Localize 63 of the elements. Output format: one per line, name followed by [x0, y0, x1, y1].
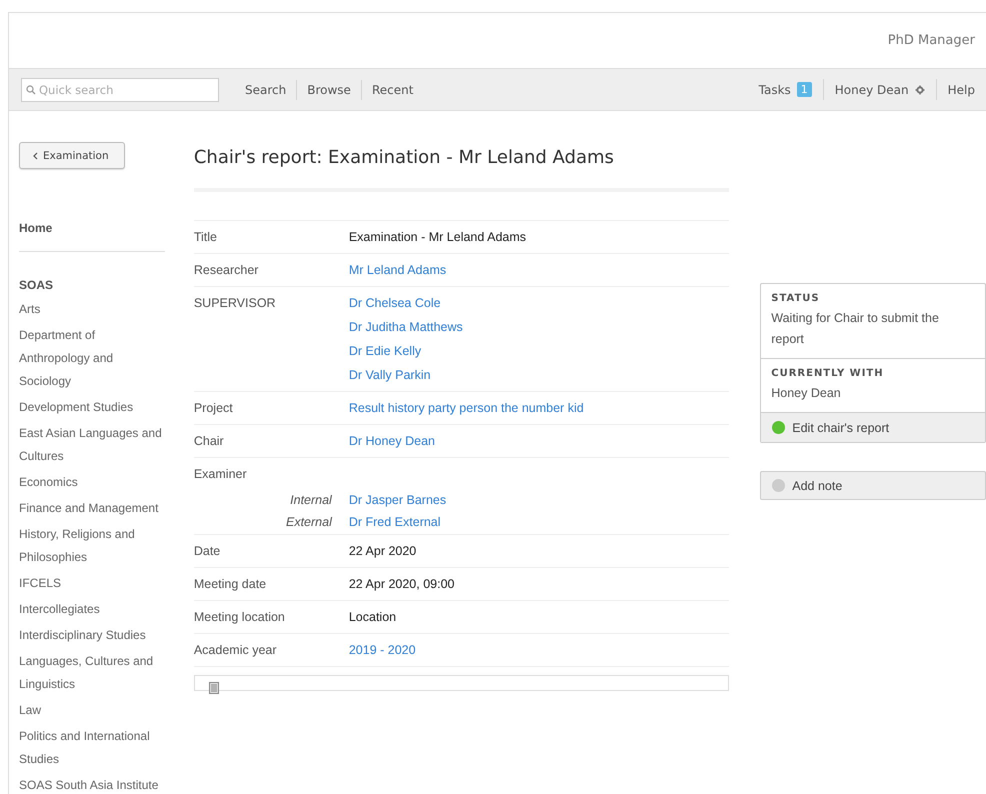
value-link[interactable]: Mr Leland Adams: [348, 263, 730, 277]
status-text: Waiting for Chair to submit the report: [771, 310, 940, 348]
value-link[interactable]: Dr Vally Parkin: [348, 368, 730, 382]
value-link[interactable]: 2019 - 2020: [348, 643, 730, 657]
value-link[interactable]: Dr Fred External: [348, 515, 730, 529]
sidebar-link[interactable]: Arts: [19, 298, 165, 321]
document-icon: [208, 682, 219, 694]
page-title: Chair's report: Examination - Mr Leland Adams: [194, 147, 730, 192]
role-label: Internal: [289, 492, 333, 509]
sidebar-link[interactable]: Department of Anthropology and Sociology: [19, 324, 165, 393]
app-title: PhD Manager: [888, 33, 975, 48]
field-value: Location: [348, 610, 398, 624]
field-label: Project: [194, 392, 349, 425]
value-link[interactable]: Result history party person the number kid: [348, 401, 730, 415]
sidebar-link[interactable]: East Asian Languages and Cultures: [19, 422, 165, 468]
settings-icon: [914, 84, 925, 94]
sidebar-heading: SOAS: [19, 277, 54, 294]
nav-link[interactable]: Browse: [296, 80, 361, 100]
assignee-text: Honey Dean: [771, 385, 842, 402]
value-link[interactable]: Dr Edie Kelly: [348, 344, 730, 358]
value-link[interactable]: Dr Juditha Matthews: [348, 320, 730, 334]
search-field[interactable]: Quick search: [21, 78, 219, 102]
nav-link[interactable]: Recent: [360, 80, 424, 100]
user-menu[interactable]: Honey Dean: [822, 79, 936, 100]
help-link[interactable]: Help: [936, 79, 986, 100]
sidebar-link[interactable]: History, Religions and Philosophies: [19, 523, 165, 569]
field-label: Chair: [194, 425, 349, 458]
chevron-left-icon: [33, 152, 38, 160]
sidebar-link[interactable]: Interdisciplinary Studies: [19, 624, 165, 647]
field-label: Examiner: [194, 466, 248, 483]
sidebar-link[interactable]: Politics and International Studies: [19, 725, 165, 771]
role-label: External: [194, 512, 349, 535]
tasks-link[interactable]: Tasks 1: [748, 79, 823, 100]
field-label: Researcher: [194, 254, 349, 287]
value-link[interactable]: Dr Honey Dean: [348, 434, 730, 448]
sidebar-link[interactable]: Economics: [19, 471, 165, 494]
field-value: 22 Apr 2020, 09:00: [348, 577, 456, 591]
editor-bar[interactable]: [194, 675, 730, 691]
panel-heading: CURRENTLY WITH: [771, 368, 885, 379]
edit-report-button[interactable]: Edit chair's report: [761, 413, 985, 442]
field-label: Meeting date: [194, 568, 349, 601]
panel-heading: STATUS: [771, 293, 821, 304]
back-button[interactable]: Examination: [19, 142, 125, 169]
sidebar-link[interactable]: Development Studies: [19, 396, 165, 419]
sidebar-link[interactable]: Home: [19, 221, 165, 252]
field-label: Date: [194, 535, 349, 568]
task-count-badge: 1: [796, 82, 812, 97]
value-link[interactable]: Dr Chelsea Cole: [348, 296, 730, 310]
field-label: Academic year: [194, 634, 349, 667]
add-note-button[interactable]: Add note: [760, 471, 986, 500]
field-value: Examination - Mr Leland Adams: [348, 230, 528, 244]
sidebar-link[interactable]: Intercollegiates: [19, 598, 165, 621]
sidebar-link[interactable]: IFCELS: [19, 572, 165, 595]
field-value: 22 Apr 2020: [348, 544, 418, 558]
field-label: Meeting location: [194, 601, 349, 634]
sidebar-link[interactable]: Law: [19, 699, 165, 722]
sidebar-link[interactable]: Languages, Cultures and Linguistics: [19, 650, 165, 696]
field-label: SUPERVISOR: [194, 287, 349, 392]
sidebar-link[interactable]: SOAS South Asia Institute: [19, 774, 165, 794]
field-label: Title: [194, 221, 349, 254]
value-link[interactable]: Dr Jasper Barnes: [348, 493, 730, 507]
sidebar-link[interactable]: Finance and Management: [19, 497, 165, 520]
nav-link[interactable]: Search: [235, 80, 296, 100]
